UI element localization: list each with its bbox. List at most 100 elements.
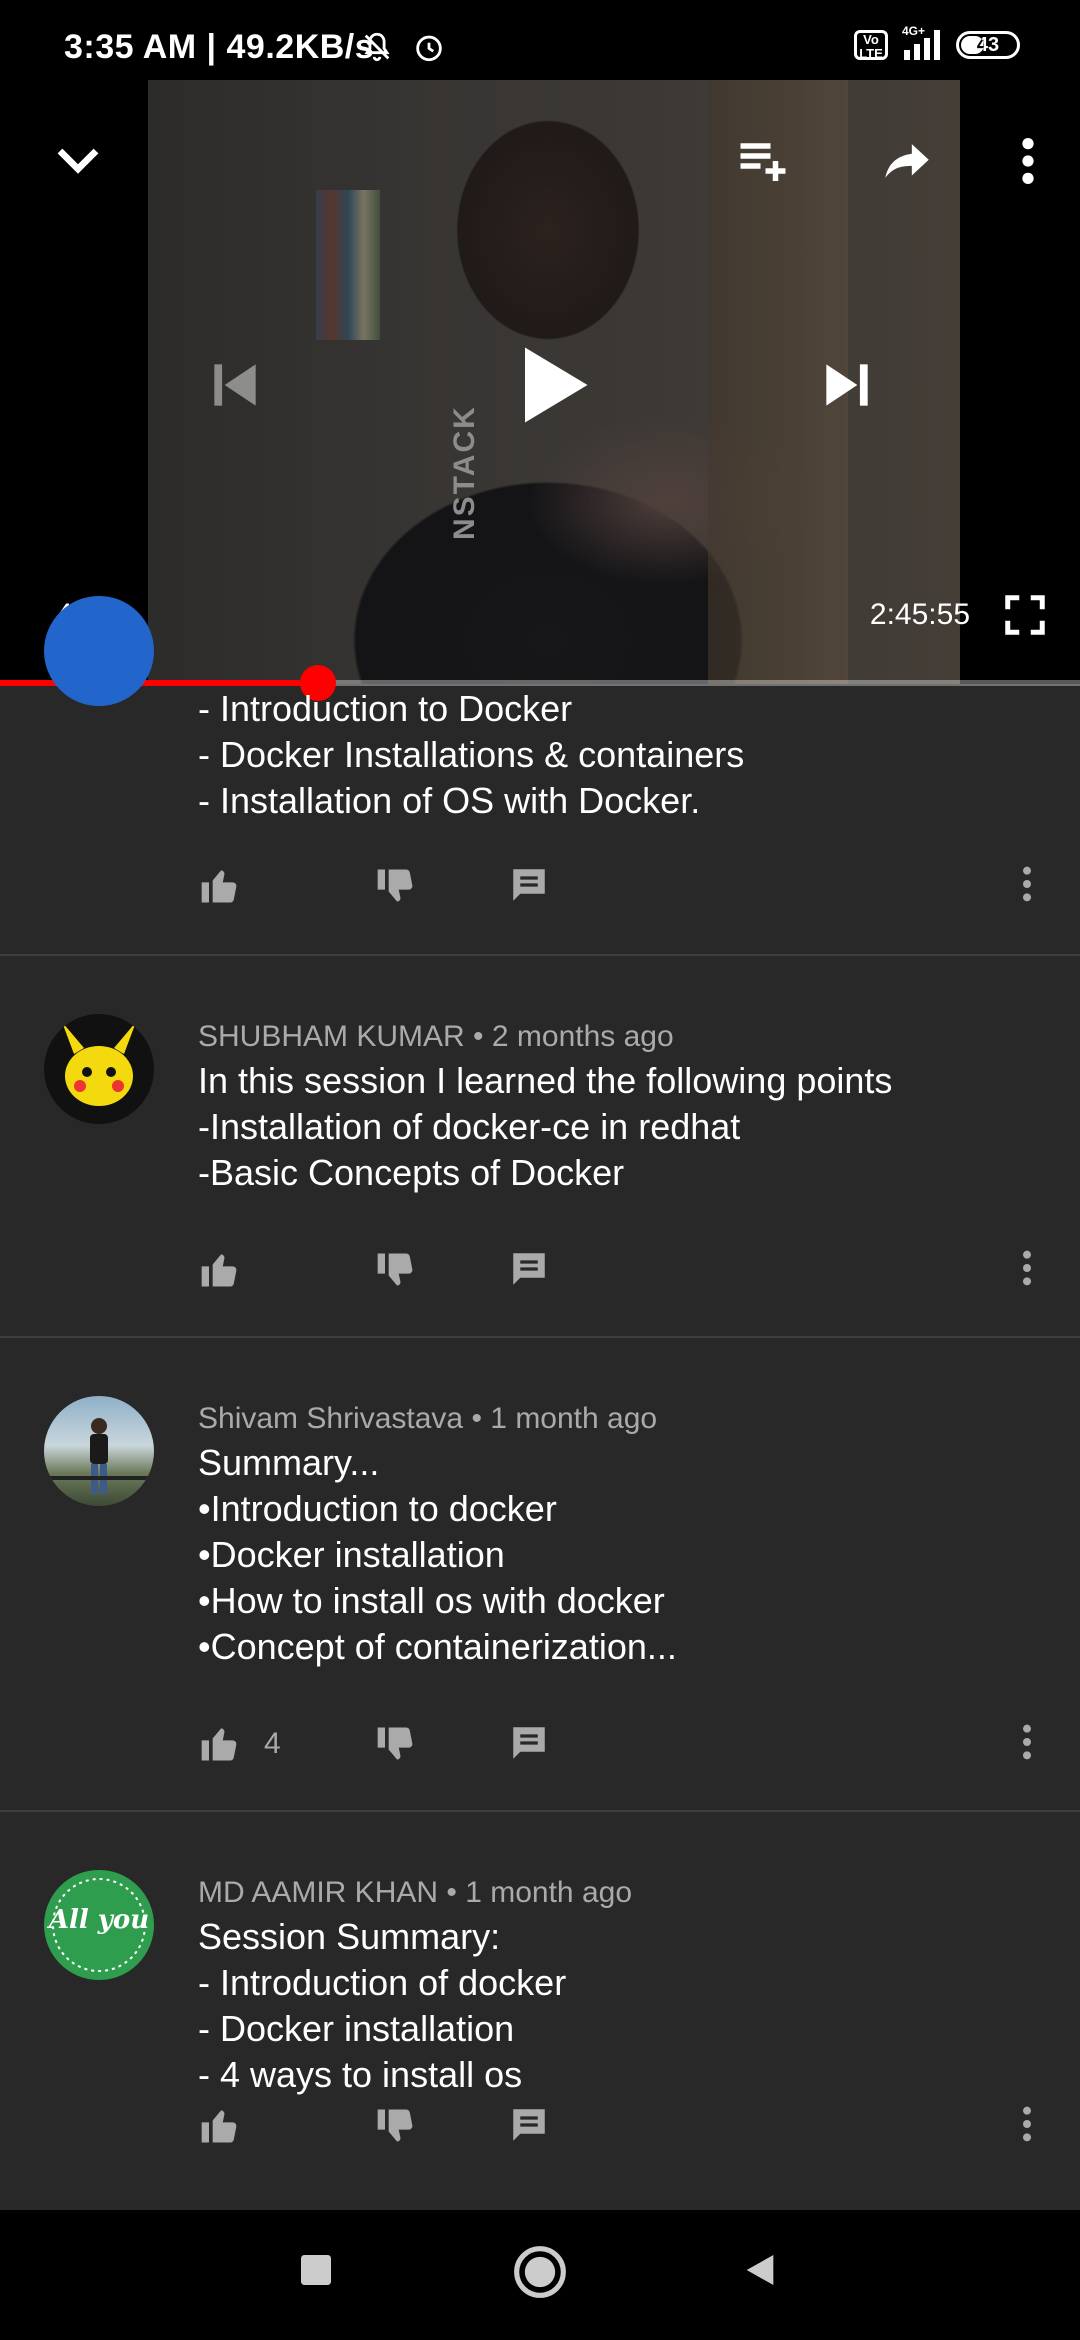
share-arrow-icon <box>885 144 929 178</box>
comment-icon <box>513 1727 545 1759</box>
comment-text: - Introduction to Docker - Docker Instal… <box>198 688 745 821</box>
more-vert-icon <box>1023 2106 1031 2142</box>
comment-actions: 4 <box>198 1722 1048 1772</box>
comment-actions <box>198 1248 1048 1298</box>
volte-label: Vo LTE <box>859 32 883 61</box>
thumb-down-icon <box>377 2109 413 2142</box>
thumb-down-icon <box>377 869 413 902</box>
back-button[interactable] <box>740 2250 780 2295</box>
comment-age: 1 month ago <box>490 1402 658 1435</box>
play-icon <box>525 347 588 423</box>
network-type-label: 4G+ <box>902 24 926 38</box>
thumb-up-icon <box>201 1254 237 1287</box>
comment-age: 1 month ago <box>465 1876 633 1909</box>
comment-item: All you MD AAMIR KHAN • 1 month ago Sess… <box>0 1812 1080 2212</box>
like-count: 4 <box>264 1727 281 1760</box>
dislike-button[interactable] <box>374 1722 418 1766</box>
skip-next-icon <box>826 364 868 406</box>
add-to-queue-button[interactable] <box>730 128 796 194</box>
avatar[interactable]: All you <box>44 1870 154 1980</box>
meta-separator: • <box>464 1020 492 1053</box>
more-vert-icon <box>1022 138 1034 184</box>
shirt-text: NSTACK <box>448 405 481 540</box>
comment-menu-button[interactable] <box>1022 1248 1032 1288</box>
like-button[interactable] <box>198 1248 242 1292</box>
dislike-button[interactable] <box>374 864 418 908</box>
thumb-up-icon <box>201 1728 237 1761</box>
share-button[interactable] <box>874 128 940 194</box>
person-avatar-image <box>44 1418 154 1494</box>
comment-text: Session Summary: - Introduction of docke… <box>198 1916 567 2095</box>
comment-age: 2 months ago <box>491 1020 674 1053</box>
all-you-logo-avatar: All you <box>46 1878 149 1972</box>
previous-button[interactable] <box>200 350 270 420</box>
comment-text: In this session I learned the following … <box>198 1060 893 1193</box>
comment-text: Summary... •Introduction to docker •Dock… <box>198 1442 677 1667</box>
system-nav-bar <box>0 2210 1080 2340</box>
video-player[interactable]: NSTACK 48:46 2:45:55 <box>0 80 1080 684</box>
reply-button[interactable] <box>508 2104 550 2146</box>
pikachu-avatar-image <box>62 1022 136 1106</box>
circle-home-icon <box>514 2246 566 2298</box>
comment-icon <box>513 1253 545 1285</box>
more-options-button[interactable] <box>1004 128 1052 194</box>
comment-menu-button[interactable] <box>1022 1722 1032 1762</box>
avatar[interactable] <box>44 1014 154 1124</box>
like-button[interactable] <box>198 864 242 908</box>
chevron-down-icon <box>57 148 99 174</box>
battery-level: 43 <box>976 34 1000 56</box>
meta-separator: • <box>463 1402 491 1435</box>
dislike-button[interactable] <box>374 2104 418 2148</box>
thumb-up-icon <box>201 870 237 903</box>
comment-menu-button[interactable] <box>1022 2104 1032 2144</box>
comments-list: - Introduction to Docker - Docker Instal… <box>0 596 1080 2212</box>
comment-item: Shivam Shrivastava • 1 month ago Summary… <box>0 1338 1080 1812</box>
reply-button[interactable] <box>508 864 550 906</box>
fullscreen-icon <box>1005 595 1045 635</box>
comment-author[interactable]: SHUBHAM KUMAR <box>198 1020 465 1053</box>
signal-icon: 4G+ <box>902 24 940 60</box>
like-button[interactable]: 4 <box>198 1722 281 1766</box>
comment-author[interactable]: Shivam Shrivastava <box>198 1402 463 1435</box>
battery-icon: 43 <box>956 31 1020 59</box>
more-vert-icon <box>1023 1250 1031 1286</box>
avatar-logo-text: All you <box>46 1905 149 1935</box>
next-button[interactable] <box>812 350 882 420</box>
like-button[interactable] <box>198 2104 242 2148</box>
avatar[interactable] <box>44 596 154 706</box>
playlist-add-icon <box>740 143 786 181</box>
fullscreen-button[interactable] <box>998 588 1052 642</box>
avatar[interactable] <box>44 1396 154 1506</box>
play-button[interactable] <box>495 330 605 440</box>
recents-button[interactable] <box>296 2250 336 2295</box>
status-time: 3:35 AM | 49.2KB/s <box>64 28 375 66</box>
thumb-up-icon <box>201 2110 237 2143</box>
minimize-button[interactable] <box>48 130 108 190</box>
comment-icon <box>513 869 545 901</box>
comment-meta: SHUBHAM KUMAR • 2 months ago <box>198 1020 674 1054</box>
volte-icon: Vo LTE <box>854 30 888 61</box>
comment-item: - Introduction to Docker - Docker Instal… <box>0 596 1080 956</box>
meta-separator: • <box>438 1876 466 1909</box>
comment-icon <box>513 2109 545 2141</box>
skip-previous-icon <box>214 364 256 406</box>
comment-actions <box>198 864 1048 914</box>
total-time: 2:45:55 <box>869 598 970 631</box>
comment-meta: MD AAMIR KHAN • 1 month ago <box>198 1876 632 1910</box>
triangle-back-icon <box>746 2255 774 2285</box>
thumb-down-icon <box>377 1253 413 1286</box>
comment-author[interactable]: MD AAMIR KHAN <box>198 1876 438 1909</box>
comment-item: SHUBHAM KUMAR • 2 months ago In this ses… <box>0 956 1080 1338</box>
more-vert-icon <box>1023 866 1031 902</box>
more-vert-icon <box>1023 1724 1031 1760</box>
reply-button[interactable] <box>508 1248 550 1290</box>
comment-menu-button[interactable] <box>1022 864 1032 904</box>
dislike-button[interactable] <box>374 1248 418 1292</box>
square-icon <box>301 2255 331 2285</box>
alarm-icon <box>416 35 442 62</box>
comment-meta: Shivam Shrivastava • 1 month ago <box>198 1402 657 1436</box>
reply-button[interactable] <box>508 1722 550 1764</box>
thumb-down-icon <box>377 1727 413 1760</box>
mute-bell-icon <box>364 32 390 62</box>
home-button[interactable] <box>512 2244 568 2305</box>
